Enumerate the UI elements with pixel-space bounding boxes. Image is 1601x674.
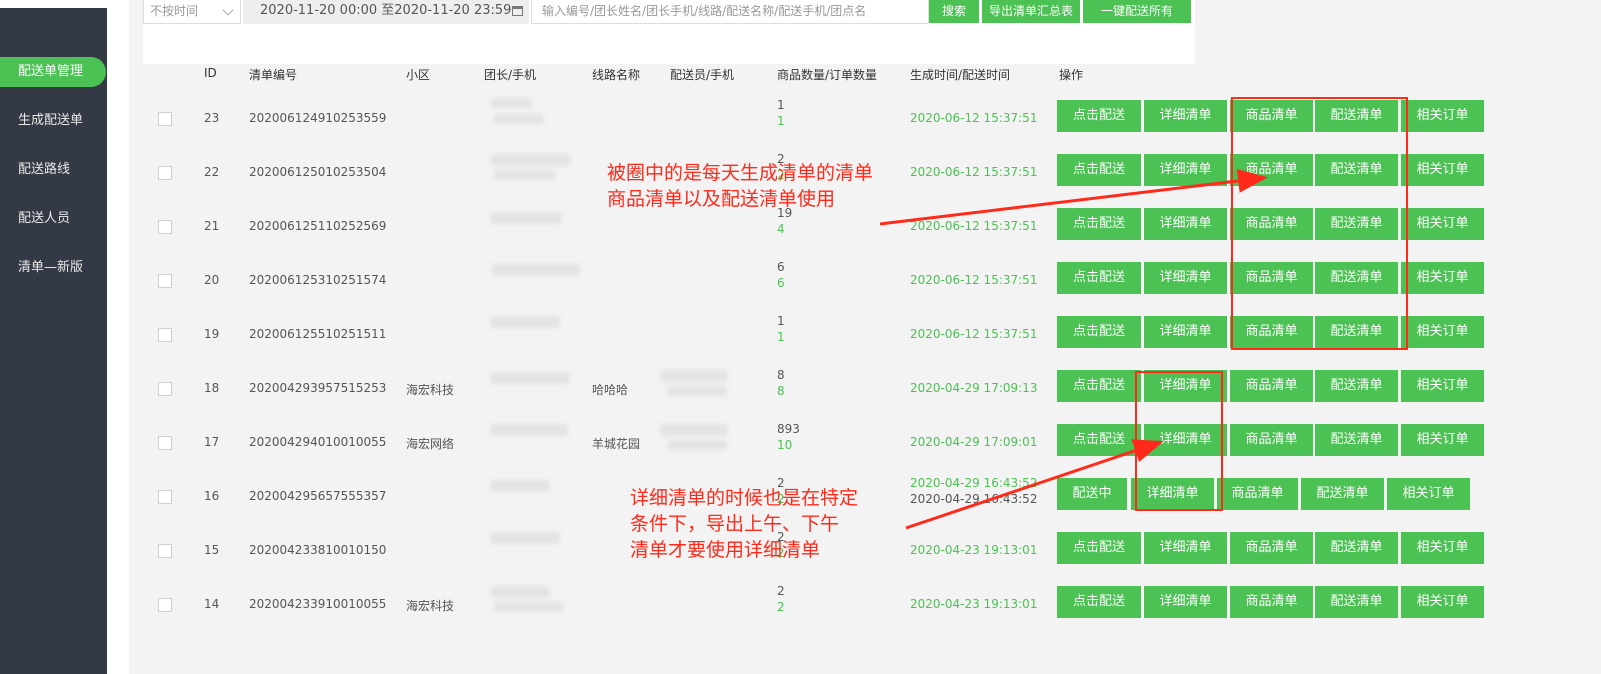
arrow-to-goods-list bbox=[879, 168, 1268, 226]
annotation-note-2: 详细清单的时候也是在特定 条件下，导出上午、下午 清单才要使用详细清单 bbox=[630, 485, 858, 563]
annotation-note-1-line-1: 被圈中的是每天生成清单的清单 bbox=[607, 162, 874, 184]
annotation-note-2-line-1: 详细清单的时候也是在特定 bbox=[630, 487, 859, 509]
annotation-arrows bbox=[879, 168, 1268, 530]
annotation-note-2-line-2: 条件下，导出上午、下午 bbox=[630, 513, 840, 535]
arrow-to-detail-list bbox=[905, 439, 1164, 530]
annotation-note-2-line-3: 清单才要使用详细清单 bbox=[630, 539, 821, 561]
annotation-note-1: 被圈中的是每天生成清单的清单 商品清单以及配送清单使用 bbox=[607, 160, 873, 212]
annotation-note-1-line-2: 商品清单以及配送清单使用 bbox=[607, 188, 836, 210]
